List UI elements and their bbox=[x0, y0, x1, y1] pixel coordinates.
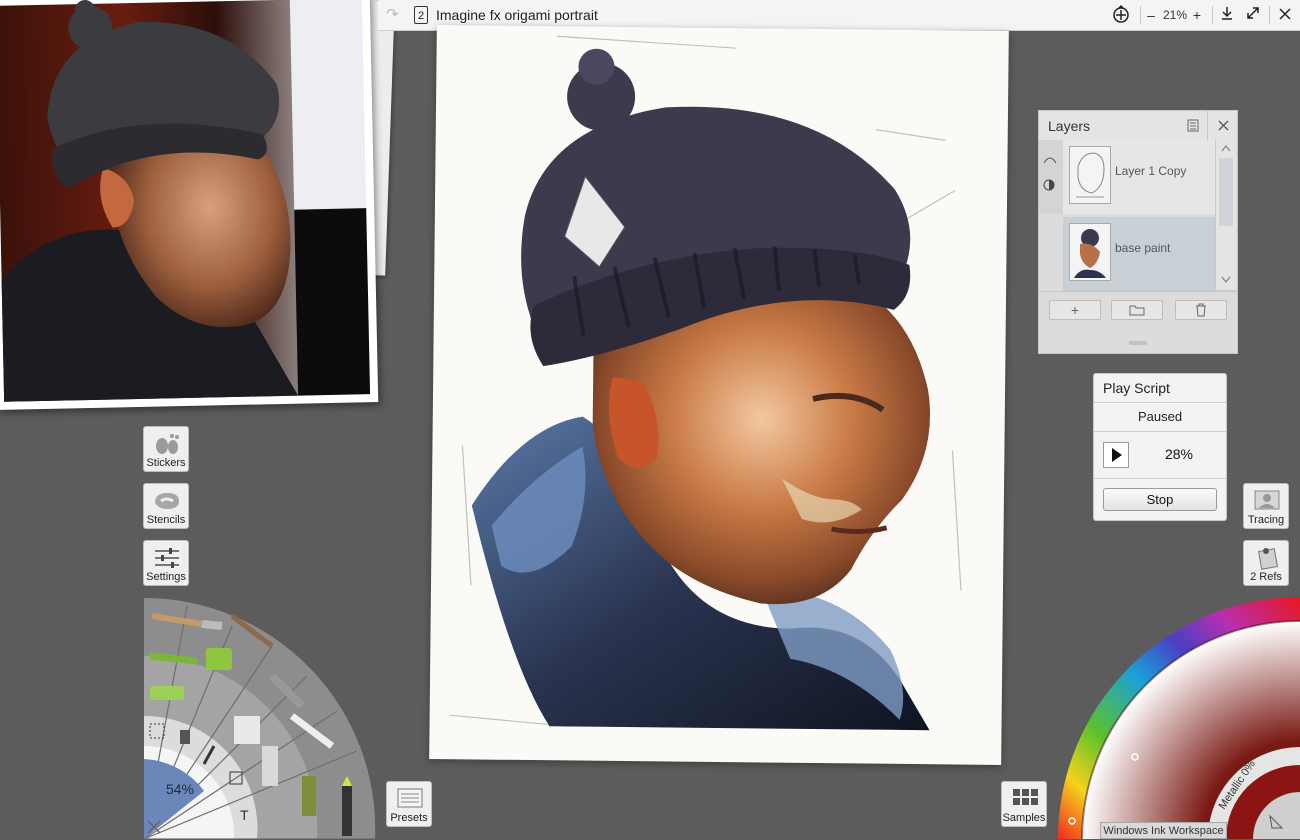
stickers-label: Stickers bbox=[146, 457, 186, 469]
play-button[interactable] bbox=[1103, 442, 1129, 468]
zoom-in-button[interactable]: + bbox=[1190, 5, 1204, 25]
layer-thumbnail bbox=[1069, 223, 1111, 281]
layers-panel-title: Layers bbox=[1048, 118, 1091, 134]
samples-grid-icon bbox=[1013, 789, 1038, 805]
scrollbar-thumb[interactable] bbox=[1219, 158, 1233, 226]
toolbar-separator bbox=[1269, 6, 1270, 24]
samples-button[interactable]: Samples bbox=[1001, 781, 1047, 827]
reference-photo-image bbox=[0, 0, 371, 402]
zoom-out-button[interactable]: – bbox=[1144, 5, 1158, 25]
blend-mode-icon[interactable] bbox=[1043, 179, 1055, 191]
layer-row[interactable]: Layer 1 Copy bbox=[1063, 140, 1235, 214]
trash-icon bbox=[1196, 303, 1206, 317]
pencil-icon[interactable] bbox=[149, 652, 198, 665]
references-label: 2 Refs bbox=[1250, 571, 1282, 583]
tool-wheel[interactable]: 54% T bbox=[142, 596, 376, 839]
close-icon[interactable] bbox=[1218, 120, 1229, 131]
tracing-icon bbox=[1254, 490, 1280, 510]
windows-ink-workspace-tooltip: Windows Ink Workspace bbox=[1100, 822, 1227, 839]
reference-photo[interactable] bbox=[0, 0, 379, 410]
presets-icon bbox=[397, 788, 423, 808]
portrait-painting bbox=[449, 35, 962, 731]
text-tool-icon[interactable]: T bbox=[240, 807, 249, 823]
layer-thumbnail bbox=[1069, 146, 1111, 204]
layer-blend-column bbox=[1039, 140, 1063, 214]
toolbar-separator bbox=[1212, 6, 1213, 24]
play-script-panel: Play Script Paused 28% Stop bbox=[1093, 373, 1227, 521]
reference-pin-icon bbox=[1257, 548, 1279, 570]
scroll-down-icon[interactable] bbox=[1221, 276, 1231, 284]
brush-size-value: 54% bbox=[166, 781, 194, 797]
marker-icon[interactable] bbox=[206, 648, 232, 670]
tracing-label: Tracing bbox=[1247, 514, 1285, 526]
technical-pen-icon[interactable] bbox=[342, 786, 352, 836]
stencils-label: Stencils bbox=[146, 514, 186, 526]
script-status: Paused bbox=[1137, 409, 1183, 424]
delete-layer-button[interactable] bbox=[1175, 300, 1227, 320]
folder-icon bbox=[1129, 305, 1145, 316]
tracing-button[interactable]: Tracing bbox=[1243, 483, 1289, 529]
gloop-pen-icon[interactable] bbox=[262, 746, 278, 786]
panel-resize-handle[interactable] bbox=[1129, 341, 1147, 345]
roller-tool-icon[interactable] bbox=[180, 730, 190, 744]
settings-button[interactable]: Settings bbox=[143, 540, 189, 586]
download-icon[interactable] bbox=[1218, 5, 1236, 25]
toolbar-separator bbox=[1140, 6, 1141, 24]
layers-panel: Layers Layer 1 Copy base paint + bbox=[1038, 110, 1238, 354]
painting-canvas[interactable] bbox=[429, 25, 1009, 765]
layer-row-selected[interactable]: base paint bbox=[1063, 217, 1235, 291]
scroll-up-icon[interactable] bbox=[1221, 144, 1231, 152]
layer-group-button[interactable] bbox=[1111, 300, 1163, 320]
sliders-icon bbox=[155, 548, 179, 568]
fullscreen-icon[interactable] bbox=[1244, 5, 1262, 25]
stencil-icon bbox=[155, 493, 179, 509]
settings-label: Settings bbox=[146, 571, 186, 583]
layer-name: Layer 1 Copy bbox=[1115, 164, 1187, 178]
document-title[interactable]: Imagine fx origami portrait bbox=[436, 7, 598, 23]
play-icon bbox=[1112, 448, 1122, 462]
script-progress: 28% bbox=[1164, 446, 1194, 462]
paint-tube-icon[interactable] bbox=[150, 686, 184, 700]
ink-pen-icon[interactable] bbox=[234, 716, 260, 744]
presets-label: Presets bbox=[390, 812, 428, 824]
layer-name: base paint bbox=[1115, 241, 1171, 255]
page-count-icon[interactable]: 2 bbox=[414, 6, 428, 24]
footprint-icon bbox=[156, 434, 179, 454]
presets-button[interactable]: Presets bbox=[386, 781, 432, 827]
layers-scrollbar[interactable] bbox=[1215, 140, 1236, 290]
stencils-button[interactable]: Stencils bbox=[143, 483, 189, 529]
gloop-pen-icon[interactable] bbox=[302, 776, 316, 816]
close-icon[interactable] bbox=[1276, 5, 1294, 25]
zoom-level: 21% bbox=[1162, 8, 1188, 22]
play-script-title: Play Script bbox=[1103, 380, 1170, 396]
opacity-curve-icon[interactable] bbox=[1043, 155, 1057, 165]
stop-button[interactable]: Stop bbox=[1103, 488, 1217, 511]
layers-panel-header: Layers bbox=[1039, 111, 1237, 141]
add-layer-button[interactable]: + bbox=[1049, 300, 1101, 320]
layer-menu-icon[interactable] bbox=[1187, 119, 1199, 132]
color-picker[interactable]: Metallic 0% bbox=[1058, 596, 1300, 839]
symmetry-icon[interactable] bbox=[1110, 5, 1132, 25]
redo-icon[interactable]: ↷ bbox=[386, 7, 402, 23]
stickers-button[interactable]: Stickers bbox=[143, 426, 189, 472]
references-button[interactable]: 2 Refs bbox=[1243, 540, 1289, 586]
samples-label: Samples bbox=[1002, 812, 1046, 824]
